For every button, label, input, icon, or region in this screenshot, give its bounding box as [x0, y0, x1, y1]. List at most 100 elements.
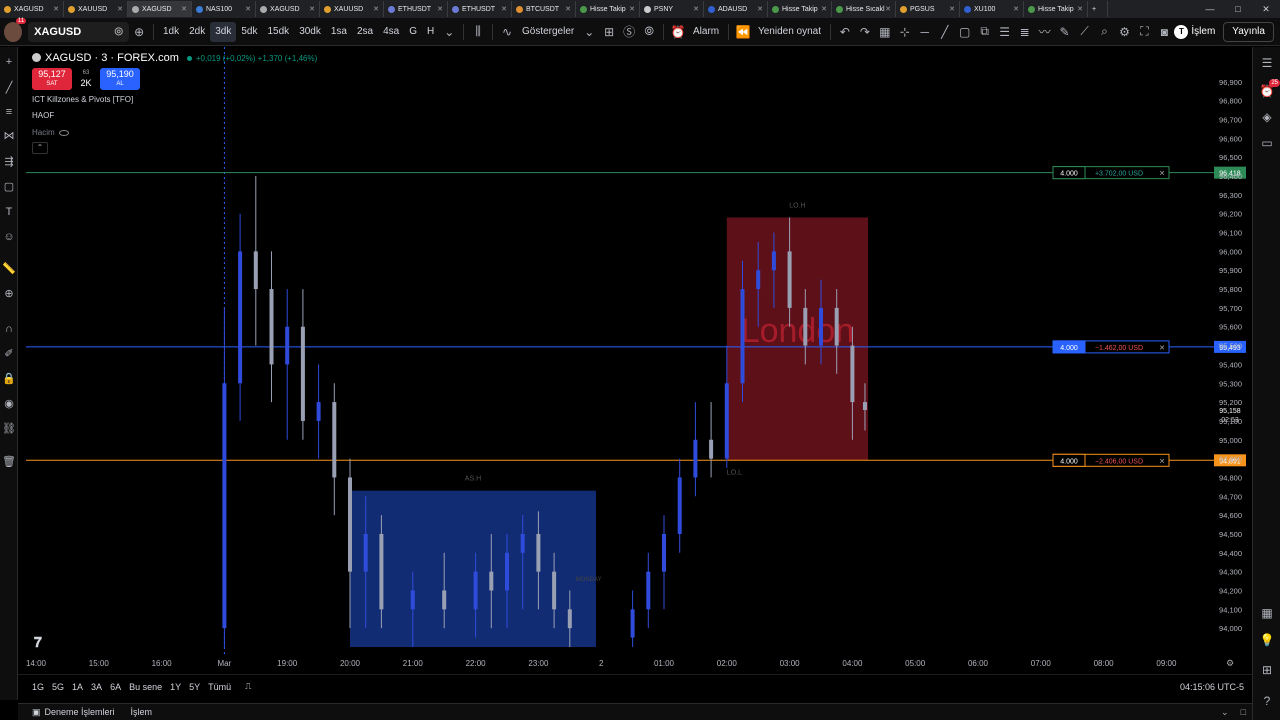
range-button[interactable]: 1Y — [166, 682, 185, 692]
trendline-tool-icon[interactable]: ╱ — [2, 81, 16, 95]
close-icon[interactable]: ✕ — [757, 5, 763, 13]
frame-icon[interactable]: ⧉ — [975, 22, 995, 42]
interval-G[interactable]: G — [404, 22, 422, 42]
range-button[interactable]: 5G — [48, 682, 68, 692]
close-icon[interactable]: ✕ — [693, 5, 699, 13]
apps-icon[interactable]: ⊞ — [1259, 662, 1275, 678]
indicators-button[interactable]: Göstergeler — [517, 22, 579, 42]
close-icon[interactable]: ✕ — [501, 5, 507, 13]
trade-button[interactable]: T İşlem — [1174, 24, 1215, 39]
indicators-icon[interactable]: ∿ — [497, 22, 517, 42]
range-button[interactable]: 6A — [106, 682, 125, 692]
zigzag-icon[interactable]: 〰 — [1035, 22, 1055, 42]
close-icon[interactable]: ✕ — [821, 5, 827, 13]
browser-tab[interactable]: XAUUSD ✕ — [320, 1, 384, 17]
interval-2sa[interactable]: 2sa — [352, 22, 378, 42]
add-symbol-icon[interactable]: ⊕ — [129, 22, 149, 42]
strategy-icon[interactable]: Ⓢ — [619, 22, 639, 42]
browser-tab[interactable]: XAUUSD ✕ — [64, 1, 128, 17]
browser-tab[interactable]: XAGUSD ✕ — [256, 1, 320, 17]
range-button[interactable]: 1G — [28, 682, 48, 692]
interval-2dk[interactable]: 2dk — [184, 22, 210, 42]
chevron-down-icon[interactable]: ⌄ — [439, 22, 459, 42]
browser-tab[interactable]: Hisse Takip ✕ — [768, 1, 832, 17]
chevron-down-icon[interactable]: ⌄ — [579, 22, 599, 42]
close-icon[interactable]: ✕ — [629, 5, 635, 13]
settings-lines-icon[interactable]: ≣ — [1015, 22, 1035, 42]
fib-tool-icon[interactable]: ≡ — [2, 105, 16, 119]
range-button[interactable]: 1A — [68, 682, 87, 692]
shape-tool-icon[interactable]: ▢ — [2, 180, 16, 194]
forecast-tool-icon[interactable]: ⇶ — [2, 155, 16, 169]
avatar[interactable]: 11 — [4, 17, 27, 42]
alarm-icon[interactable]: ⏰ — [668, 22, 688, 42]
date-range-icon[interactable]: ⎍ — [241, 681, 255, 692]
alerts-icon[interactable]: ⏰ 25 — [1259, 79, 1280, 99]
clock[interactable]: 04:15:06 UTC-5 — [1180, 682, 1244, 692]
maximize-panel-icon[interactable]: □ — [1235, 707, 1252, 717]
grid-icon[interactable]: ▦ — [875, 22, 895, 42]
browser-tab[interactable]: BTCUSDT ✕ — [512, 1, 576, 17]
replay-button[interactable]: Yeniden oynat — [753, 22, 826, 42]
browser-tab[interactable]: XAGUSD ✕ — [0, 1, 64, 17]
interval-30dk[interactable]: 30dk — [294, 22, 326, 42]
close-icon[interactable]: ✕ — [245, 5, 251, 13]
draw-mode-icon[interactable]: ✐ — [2, 347, 16, 361]
close-icon[interactable]: ✕ — [949, 5, 955, 13]
camera-icon[interactable]: ◙ — [1154, 22, 1174, 42]
brush-icon[interactable]: ✎ — [1055, 22, 1075, 42]
screener-icon[interactable]: ▦ — [1259, 605, 1275, 621]
close-icon[interactable]: ✕ — [565, 5, 571, 13]
cursor-icon[interactable]: + — [2, 55, 16, 69]
trade-tab[interactable]: İşlem — [123, 707, 161, 717]
interval-1sa[interactable]: 1sa — [326, 22, 352, 42]
symbol-search[interactable]: XAGUSD ◎ — [28, 21, 130, 42]
chart-type-icon[interactable]: ⫼ — [468, 22, 488, 42]
undo-icon[interactable]: ↶ — [835, 22, 855, 42]
close-icon[interactable]: ✕ — [1013, 5, 1019, 13]
ideas-icon[interactable]: 💡 — [1259, 632, 1275, 648]
browser-tab[interactable]: Hisse Sıcakl ✕ — [832, 1, 896, 17]
browser-tab[interactable]: PSNY ✕ — [640, 1, 704, 17]
trash-icon[interactable]: 🗑 — [2, 455, 16, 469]
browser-tab[interactable]: Hisse Takip ✕ — [1024, 1, 1088, 17]
crosshair-icon[interactable]: ⊹ — [895, 22, 915, 42]
gear-icon[interactable]: ⚙ — [1114, 22, 1134, 42]
range-button[interactable]: Tümü — [204, 682, 235, 692]
replay-icon[interactable]: ⏪ — [733, 22, 753, 42]
browser-tab[interactable]: NAS100 ✕ — [192, 1, 256, 17]
magnet-icon[interactable]: ∩ — [2, 322, 16, 336]
indicator-haof[interactable]: HAOF — [32, 111, 317, 122]
close-icon[interactable]: ✕ — [181, 5, 187, 13]
watchlist-icon[interactable]: ☰ — [1259, 55, 1275, 71]
browser-tab[interactable]: ADAUSD ✕ — [704, 1, 768, 17]
close-icon[interactable]: ✕ — [117, 5, 123, 13]
close-icon[interactable]: ✕ — [1077, 5, 1083, 13]
pattern-tool-icon[interactable]: ⋈ — [2, 129, 16, 143]
alarm-button[interactable]: Alarm — [688, 22, 724, 42]
help-icon[interactable]: ? — [1259, 693, 1275, 709]
interval-4sa[interactable]: 4sa — [378, 22, 404, 42]
indicator-volume[interactable]: Hacim — [32, 127, 317, 138]
close-window-button[interactable]: ✕ — [1252, 0, 1280, 18]
range-button[interactable]: 5Y — [185, 682, 204, 692]
buy-button[interactable]: 95,190 AL — [100, 68, 140, 90]
link-icon[interactable]: ⛓ — [2, 422, 16, 436]
range-button[interactable]: Bu sene — [125, 682, 166, 692]
hidden-eye-icon[interactable] — [58, 129, 69, 136]
ruler-icon[interactable]: 📏 — [2, 262, 16, 276]
sell-button[interactable]: 95,127 SAT — [32, 68, 72, 90]
interval-5dk[interactable]: 5dk — [236, 22, 262, 42]
pattern-icon[interactable]: ⟋ — [1075, 22, 1095, 42]
close-icon[interactable]: ✕ — [885, 5, 891, 13]
compare-icon[interactable]: ◎ — [114, 26, 123, 37]
browser-tab[interactable]: Hisse Takip ✕ — [576, 1, 640, 17]
zoom-icon[interactable]: ⌕ — [1095, 22, 1115, 42]
templates-icon[interactable]: ⊞ — [599, 22, 619, 42]
browser-tab[interactable]: XU100 ✕ — [960, 1, 1024, 17]
close-icon[interactable]: ✕ — [437, 5, 443, 13]
eye-icon[interactable]: ◉ — [2, 397, 16, 411]
interval-3dk[interactable]: 3dk — [210, 21, 237, 42]
new-tab-icon[interactable]: + — [1088, 1, 1108, 17]
browser-tab[interactable]: ETHUSDT ✕ — [384, 1, 448, 17]
